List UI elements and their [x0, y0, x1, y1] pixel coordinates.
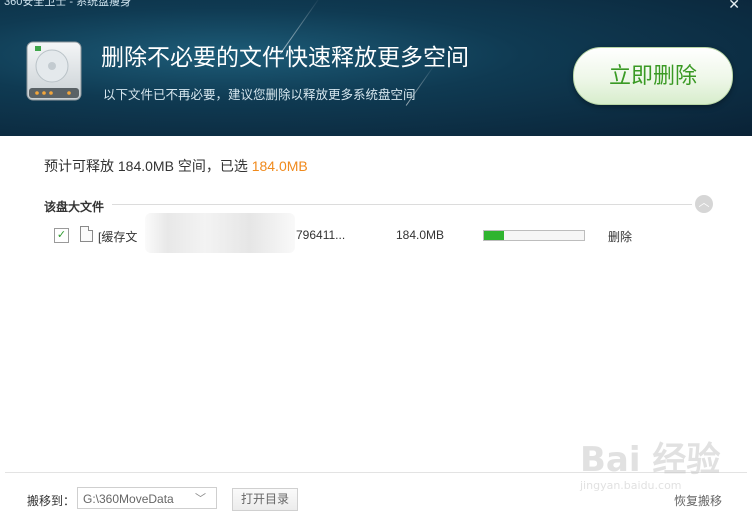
collapse-button[interactable]: ︿ [695, 195, 713, 213]
delete-now-button[interactable]: 立即删除 [573, 47, 733, 105]
window-title: 360安全卫士 - 系统盘瘦身 [4, 0, 132, 8]
move-path-value: G:\360MoveData [83, 492, 174, 506]
watermark-sub: jingyan.baidu.com [580, 479, 682, 492]
hard-disk-icon [25, 40, 83, 102]
redacted-filename [145, 213, 295, 253]
selected-size: 184.0MB [251, 158, 308, 174]
page-subtitle: 以下文件已不再必要，建议您删除以释放更多系统盘空间 [103, 88, 416, 102]
section-divider [112, 204, 692, 205]
size-progress-bar [483, 230, 585, 241]
size-progress-fill [484, 231, 504, 240]
file-name-suffix: 796411... [296, 228, 346, 242]
move-to-label: 搬移到： [27, 494, 76, 508]
header-banner: 360安全卫士 - 系统盘瘦身 ✕ 删除不必要的文件快速释放更多空间 以下文件已… [0, 0, 752, 136]
file-checkbox[interactable]: ✓ [54, 228, 69, 243]
file-name-prefix: [缓存文 [98, 230, 138, 244]
move-path-select[interactable]: G:\360MoveData ﹀ [77, 487, 217, 509]
release-summary: 预计可释放 184.0MB 空间，已选 184.0MB [44, 156, 308, 176]
chevron-down-icon: ﹀ [195, 493, 206, 505]
summary-text: 预计可释放 184.0MB 空间，已选 [44, 158, 252, 174]
row-delete-link[interactable]: 删除 [608, 228, 632, 245]
open-directory-button[interactable]: 打开目录 [232, 488, 298, 511]
file-icon [80, 226, 93, 242]
file-row[interactable]: ✓ [缓存文 796411... 184.0MB 删除 [0, 213, 752, 253]
file-size: 184.0MB [396, 228, 445, 242]
baidu-watermark: Bai 经验 jingyan.baidu.com [580, 432, 750, 512]
close-button[interactable]: ✕ [728, 0, 740, 13]
page-title: 删除不必要的文件快速释放更多空间 [101, 45, 469, 71]
section-title: 该盘大文件 [44, 200, 105, 214]
restore-move-link[interactable]: 恢复搬移 [674, 492, 722, 509]
watermark-text: Bai 经验 [580, 440, 721, 480]
